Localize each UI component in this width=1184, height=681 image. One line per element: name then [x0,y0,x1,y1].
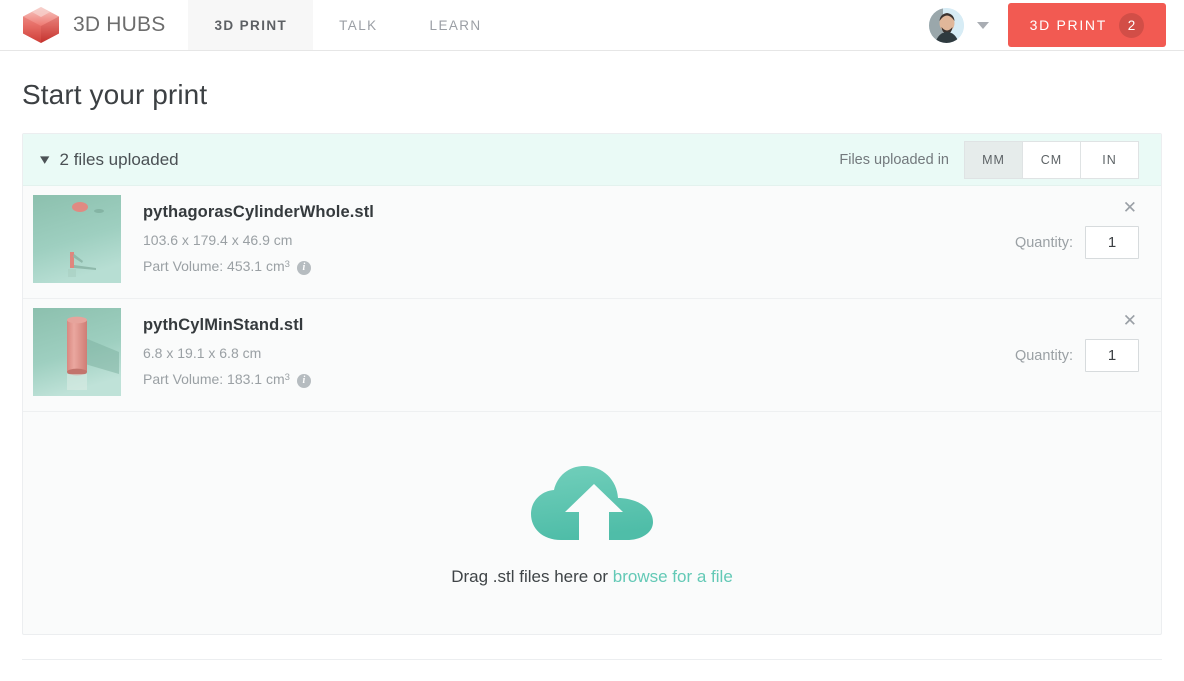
file-details: pythCylMinStand.stl 6.8 x 19.1 x 6.8 cm … [121,308,311,389]
stl-preview-thumbnail[interactable] [33,308,121,396]
close-icon[interactable]: ✕ [1121,195,1139,216]
file-details: pythagorasCylinderWhole.stl 103.6 x 179.… [121,195,374,276]
file-volume-text: Part Volume: 183.1 cm [143,371,285,387]
brand-name: 3D HUBS [73,13,166,36]
quantity-label: Quantity: [1014,347,1073,364]
tab-talk[interactable]: TALK [313,0,403,50]
nav-right-group: 3D PRINT 2 [928,0,1166,50]
file-volume: Part Volume: 183.1 cm 3 i [143,371,311,389]
page-bottom-divider [22,659,1162,679]
info-icon[interactable]: i [296,260,311,275]
file-name: pythCylMinStand.stl [143,316,304,334]
dropzone-instruction: Drag .stl files here or [451,566,613,586]
units-label: Files uploaded in [839,151,949,168]
file-row-controls: ✕ Quantity: [1015,308,1161,372]
file-row-controls: ✕ Quantity: [1015,195,1161,259]
unit-toggle-group: MM CM IN [964,140,1139,179]
files-uploaded-summary: 2 files uploaded [59,149,179,169]
quantity-input[interactable] [1085,226,1139,259]
print-button-label: 3D PRINT [1029,17,1107,33]
unit-button-mm[interactable]: MM [964,140,1023,179]
tab-3d-print[interactable]: 3D PRINT [188,0,314,50]
brand-logo-link[interactable]: 3D HUBS [0,0,165,50]
quantity-input[interactable] [1085,339,1139,372]
file-row: pythagorasCylinderWhole.stl 103.6 x 179.… [23,186,1161,299]
file-dropzone[interactable]: Drag .stl files here or browse for a fil… [23,412,1161,634]
top-navigation-bar: 3D HUBS 3D PRINT TALK LEARN 3D PRINT 2 [0,0,1184,51]
close-icon[interactable]: ✕ [1121,308,1139,329]
file-row: pythCylMinStand.stl 6.8 x 19.1 x 6.8 cm … [23,299,1161,412]
chevron-down-icon[interactable] [976,21,989,29]
page-title: Start your print [22,79,208,110]
page-body: Start your print ▾ 2 files uploaded File… [0,79,1184,679]
dropzone-text: Drag .stl files here or browse for a fil… [451,567,733,587]
stl-preview-thumbnail[interactable] [33,195,121,283]
chevron-down-icon[interactable]: ▾ [40,152,49,167]
cloud-upload-icon [527,460,657,549]
quantity-control: Quantity: [1015,226,1139,259]
start-3d-print-button[interactable]: 3D PRINT 2 [1007,3,1166,47]
units-selector-group: Files uploaded in MM CM IN [839,140,1161,179]
browse-for-file-link[interactable]: browse for a file [613,567,733,586]
avatar[interactable] [928,7,964,43]
file-volume-exponent: 3 [284,372,290,383]
unit-button-in[interactable]: IN [1080,140,1139,179]
info-icon[interactable]: i [296,373,311,388]
hexagon-cube-logo-icon [20,5,62,45]
uploads-card: ▾ 2 files uploaded Files uploaded in MM … [22,133,1162,635]
file-name: pythagorasCylinderWhole.stl [143,203,374,221]
file-volume: Part Volume: 453.1 cm 3 i [143,258,374,276]
unit-button-cm[interactable]: CM [1022,140,1081,179]
uploads-card-header: ▾ 2 files uploaded Files uploaded in MM … [23,134,1161,186]
file-dimensions: 6.8 x 19.1 x 6.8 cm [143,345,262,361]
file-dimensions: 103.6 x 179.4 x 46.9 cm [143,232,293,248]
tab-learn[interactable]: LEARN [404,0,508,50]
main-nav-tabs: 3D PRINT TALK LEARN [188,0,507,50]
file-volume-text: Part Volume: 453.1 cm [143,258,285,274]
quantity-control: Quantity: [1015,339,1139,372]
print-count-badge: 2 [1119,12,1144,38]
file-volume-exponent: 3 [284,259,290,270]
quantity-label: Quantity: [1014,234,1073,251]
